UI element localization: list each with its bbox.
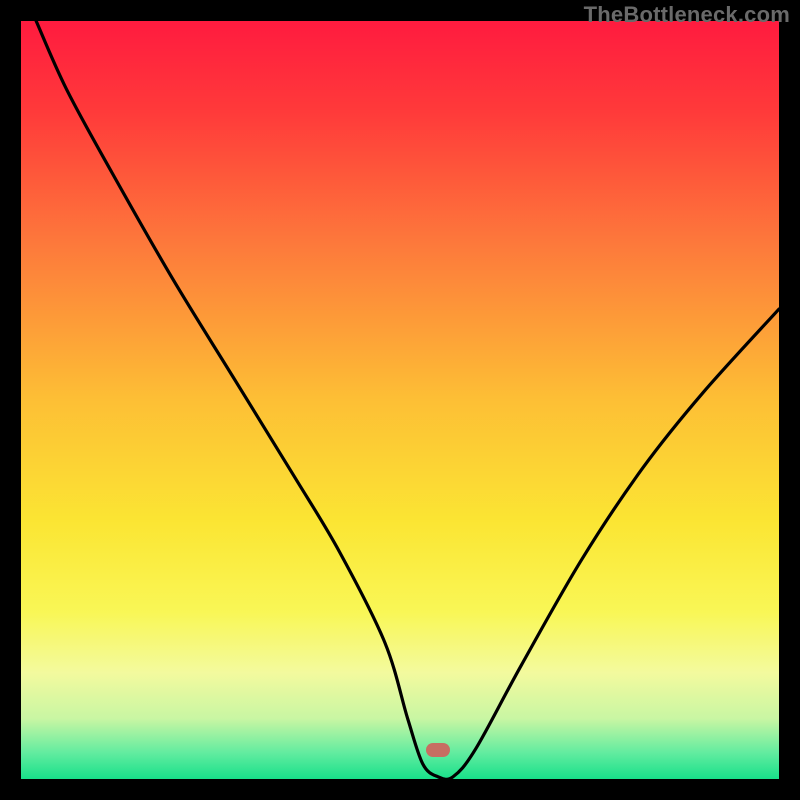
bottleneck-marker <box>426 743 450 757</box>
plot-svg <box>21 21 779 779</box>
watermark-text: TheBottleneck.com <box>584 2 790 28</box>
chart-frame: TheBottleneck.com <box>0 0 800 800</box>
gradient-rect <box>21 21 779 779</box>
plot-area <box>21 21 779 779</box>
